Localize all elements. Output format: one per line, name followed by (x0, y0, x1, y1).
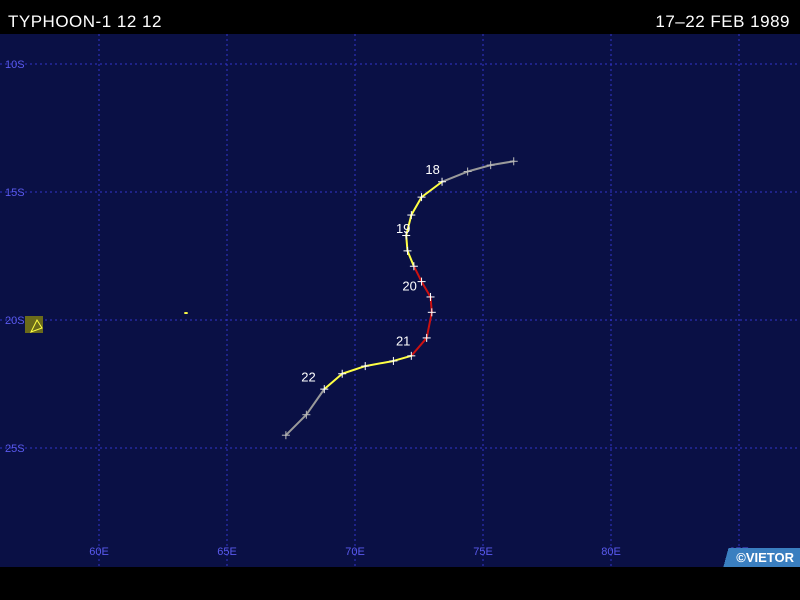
track-map: 60E65E70E75E80E85E10S15S20S25S 181920212… (0, 34, 800, 567)
day-label: 21 (396, 334, 410, 349)
date-range: 17–22 FEB 1989 (655, 12, 790, 31)
track-segment (341, 365, 367, 375)
track-point (389, 356, 398, 365)
footer-bar (0, 567, 800, 600)
lat-label: 10S (5, 59, 25, 71)
track-segment (392, 354, 413, 362)
lat-label: 20S (5, 315, 25, 327)
track-point (409, 262, 418, 271)
land-features (25, 312, 188, 333)
track-segment (323, 372, 344, 391)
track-segment (305, 388, 326, 416)
track-segment (410, 336, 428, 357)
day-labels: 18 19 20 21 22 (301, 162, 440, 384)
track-segment (406, 249, 415, 268)
track-segment (489, 160, 515, 167)
lon-label: 70E (345, 546, 365, 558)
day-label: 20 (402, 279, 416, 294)
track-segment (420, 280, 432, 298)
lon-label: 60E (89, 546, 109, 558)
day-label: 22 (301, 369, 315, 384)
storm-track (281, 157, 518, 440)
track-point (486, 161, 495, 170)
track-segment (425, 311, 433, 339)
lat-label: 15S (5, 187, 25, 199)
day-label: 18 (425, 162, 439, 177)
track-segment (364, 359, 395, 368)
lat-label: 25S (5, 443, 25, 455)
track-segment (466, 164, 492, 173)
track-point (427, 308, 436, 317)
track-segment (410, 196, 423, 217)
track-point (509, 157, 518, 166)
track-point (407, 211, 416, 220)
track-point (463, 167, 472, 176)
map-canvas: 60E65E70E75E80E85E10S15S20S25S 181920212… (0, 34, 800, 567)
lon-label: 80E (601, 546, 621, 558)
day-label: 19 (396, 221, 410, 236)
island-rodrigues (184, 312, 188, 314)
track-segment (284, 413, 308, 437)
vietor-credit: ©VIETOR (714, 548, 800, 567)
track-segment (420, 180, 444, 199)
header-bar: TYPHOON-1 12 12 17–22 FEB 1989 (0, 0, 800, 34)
track-point (361, 362, 370, 371)
track-point (403, 246, 412, 255)
storm-title: TYPHOON-1 12 12 (8, 12, 162, 31)
lon-label: 75E (473, 546, 493, 558)
lon-label: 65E (217, 546, 237, 558)
lat-lon-grid: 60E65E70E75E80E85E10S15S20S25S (0, 34, 800, 567)
track-point (417, 277, 426, 286)
track-point (426, 292, 435, 301)
track-segment (441, 170, 469, 183)
